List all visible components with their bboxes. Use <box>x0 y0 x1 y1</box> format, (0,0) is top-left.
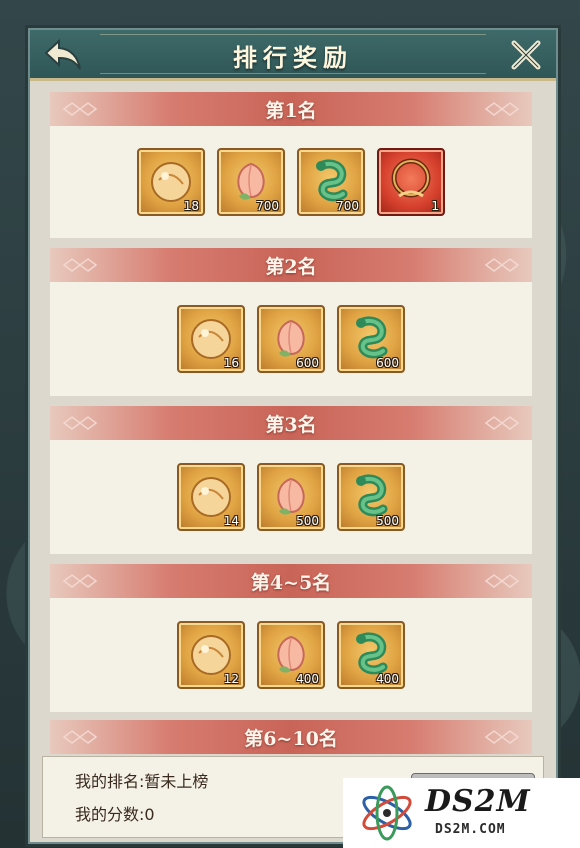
tier-rank-6-10: 第6~10名 <box>50 720 532 754</box>
close-button[interactable] <box>506 36 546 74</box>
ornament-icon <box>62 416 98 430</box>
tier-rewards: 16 600 600 <box>50 282 532 396</box>
ornament-icon <box>484 416 520 430</box>
item-quantity: 500 <box>376 514 399 528</box>
ornament-icon <box>62 258 98 272</box>
tier-title: 第3名 <box>265 413 317 436</box>
tier-rank-3: 第3名 14 500 500 <box>50 406 532 554</box>
reward-item-peach[interactable]: 500 <box>257 463 325 531</box>
item-quantity: 500 <box>296 514 319 528</box>
title-bar: 排行奖励 <box>30 30 556 81</box>
my-rank-text: 我的排名:暂未上榜 <box>75 772 209 791</box>
tier-rewards: 12 400 400 <box>50 598 532 712</box>
reward-item-jade-dragon[interactable]: 400 <box>337 621 405 689</box>
tier-title: 第4~5名 <box>250 571 332 594</box>
reward-item-flame-ring[interactable]: 1 <box>377 148 445 216</box>
reward-item-orb[interactable]: 14 <box>177 463 245 531</box>
atom-logo-icon <box>362 785 412 841</box>
reward-item-peach[interactable]: 400 <box>257 621 325 689</box>
ornament-icon <box>484 574 520 588</box>
ornament-icon <box>62 102 98 116</box>
flame-ring-icon <box>391 158 431 198</box>
tier-rank-2: 第2名 16 600 600 <box>50 248 532 396</box>
item-quantity: 600 <box>296 356 319 370</box>
reward-item-orb[interactable]: 18 <box>137 148 205 216</box>
tier-header: 第3名 <box>50 406 532 440</box>
tier-rank-4-5: 第4~5名 12 400 400 <box>50 564 532 712</box>
close-icon <box>511 40 541 70</box>
tier-title: 第2名 <box>265 255 317 278</box>
item-quantity: 12 <box>223 672 239 686</box>
item-quantity: 16 <box>223 356 239 370</box>
item-quantity: 18 <box>183 199 199 213</box>
watermark-title: DS2M <box>425 784 531 819</box>
my-score-text: 我的分数:0 <box>75 805 155 824</box>
item-quantity: 1 <box>431 199 439 213</box>
ornament-icon <box>484 102 520 116</box>
tier-header: 第2名 <box>50 248 532 282</box>
tier-title: 第6~10名 <box>244 727 338 750</box>
item-quantity: 700 <box>256 199 279 213</box>
reward-item-peach[interactable]: 700 <box>217 148 285 216</box>
item-quantity: 400 <box>376 672 399 686</box>
ornament-icon <box>62 574 98 588</box>
item-quantity: 14 <box>223 514 239 528</box>
reward-item-peach[interactable]: 600 <box>257 305 325 373</box>
item-quantity: 400 <box>296 672 319 686</box>
tier-rewards: 18 700 700 1 <box>50 126 532 238</box>
watermark: DS2M DS2M.COM <box>343 778 580 848</box>
reward-list[interactable]: 第1名 18 700 700 1 第2名 16 600 600 第3名 14 5… <box>50 92 532 782</box>
reward-item-orb[interactable]: 16 <box>177 305 245 373</box>
tier-title: 第1名 <box>265 99 317 122</box>
ranking-reward-panel: 排行奖励 第1名 18 700 700 1 第2名 16 600 600 第3名… <box>28 28 558 844</box>
tier-rank-1: 第1名 18 700 700 1 <box>50 92 532 238</box>
reward-item-jade-dragon[interactable]: 600 <box>337 305 405 373</box>
reward-item-jade-dragon[interactable]: 700 <box>297 148 365 216</box>
item-quantity: 700 <box>336 199 359 213</box>
ornament-icon <box>484 730 520 744</box>
tier-header: 第4~5名 <box>50 564 532 598</box>
watermark-url: DS2M.COM <box>435 822 506 837</box>
tier-rewards: 14 500 500 <box>50 440 532 554</box>
tier-header: 第1名 <box>50 92 532 126</box>
item-quantity: 600 <box>376 356 399 370</box>
ornament-icon <box>62 730 98 744</box>
page-title: 排行奖励 <box>233 43 353 72</box>
ornament-icon <box>484 258 520 272</box>
reward-item-orb[interactable]: 12 <box>177 621 245 689</box>
reward-item-jade-dragon[interactable]: 500 <box>337 463 405 531</box>
tier-header: 第6~10名 <box>50 720 532 754</box>
